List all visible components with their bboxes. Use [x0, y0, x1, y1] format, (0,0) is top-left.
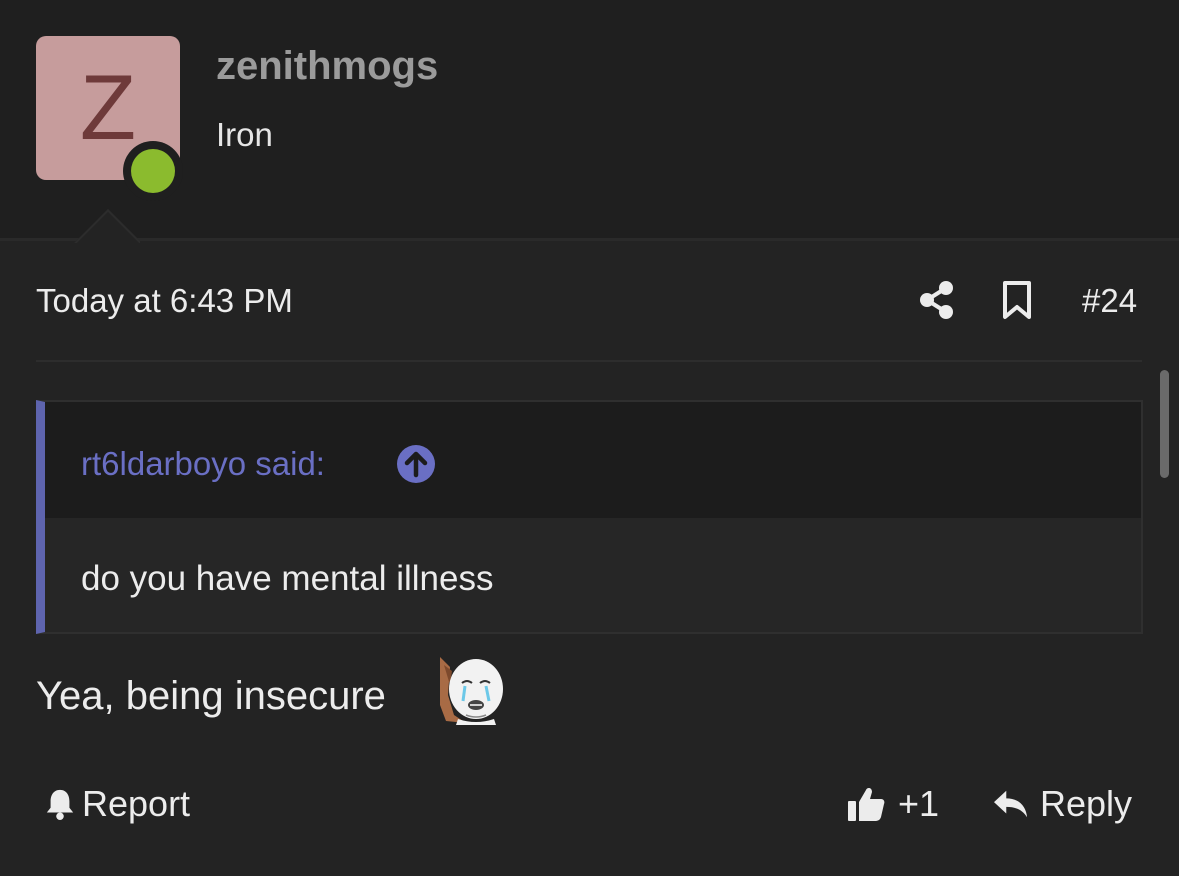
post-date[interactable]: Today at 6:43 PM	[36, 282, 293, 320]
avatar-letter: Z	[79, 57, 137, 159]
header-divider	[0, 238, 1179, 241]
bookmark-button[interactable]	[1000, 280, 1034, 320]
online-status-indicator	[123, 141, 183, 201]
post-message: Yea, being insecure	[36, 674, 386, 718]
quote-jump-button[interactable]	[396, 444, 436, 484]
like-count: +1	[898, 783, 940, 824]
reply-button[interactable]: Reply	[992, 782, 1132, 826]
bookmark-icon	[1003, 281, 1031, 319]
arrow-up-circle-icon	[397, 445, 435, 483]
bell-icon	[46, 789, 74, 820]
quote-header: rt6ldarboyo said:	[45, 402, 1141, 518]
share-button[interactable]	[918, 280, 956, 320]
scrollbar-thumb[interactable]	[1160, 370, 1169, 478]
share-icon	[920, 281, 953, 319]
post-page: Z zenithmogs Iron Today at 6:43 PM #24 r…	[0, 0, 1179, 876]
quote-author-link[interactable]: rt6ldarboyo said:	[81, 445, 325, 483]
meta-divider	[36, 360, 1142, 362]
author-pointer-arrow	[74, 207, 140, 243]
user-title: Iron	[216, 116, 273, 153]
reply-label: Reply	[1040, 783, 1133, 824]
quote-block: rt6ldarboyo said: do you have mental ill…	[36, 400, 1143, 634]
report-label: Report	[82, 783, 191, 824]
report-button[interactable]: Report	[44, 782, 190, 826]
post-number-link[interactable]: #24	[1082, 282, 1137, 320]
like-button[interactable]: +1	[846, 782, 939, 826]
thumbs-up-icon	[848, 787, 885, 821]
post-author-header: Z zenithmogs Iron	[0, 0, 1179, 240]
reply-icon	[994, 790, 1028, 818]
username-link[interactable]: zenithmogs	[216, 44, 438, 89]
crying-wojak-emoji	[436, 655, 506, 725]
quote-text: do you have mental illness	[81, 559, 494, 598]
